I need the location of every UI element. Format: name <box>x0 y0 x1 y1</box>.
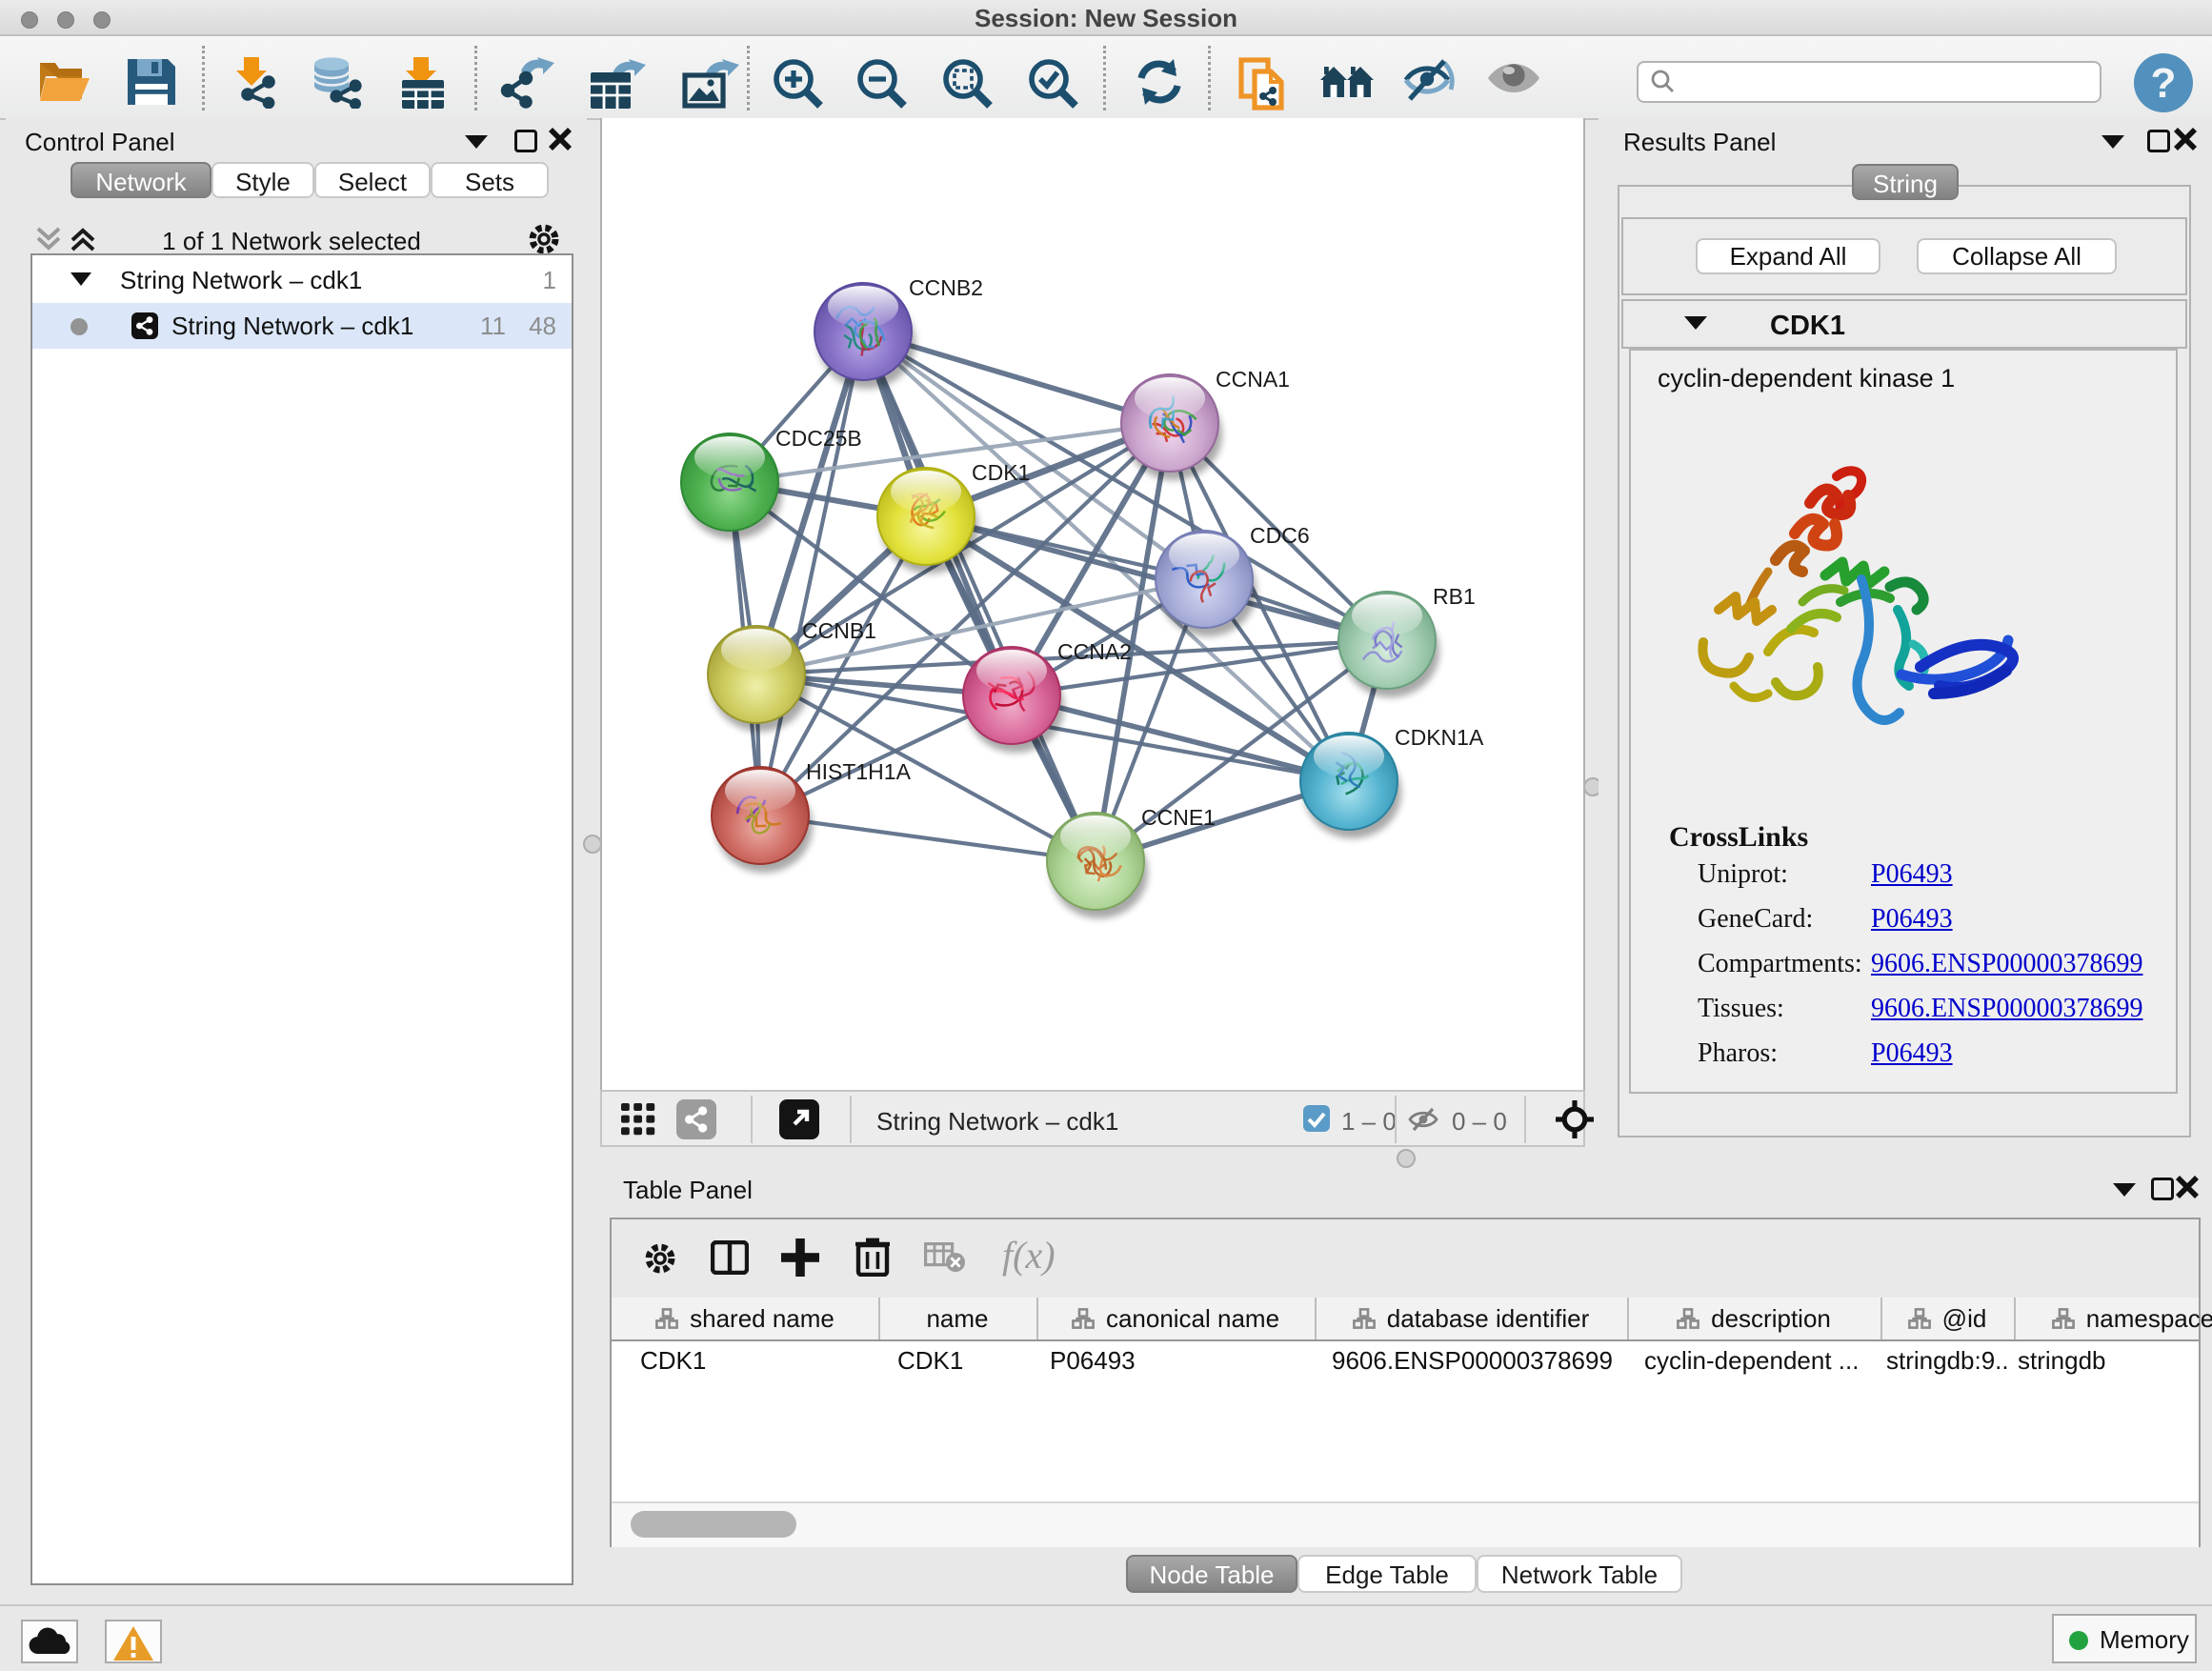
svg-text:CCNA1: CCNA1 <box>1216 367 1290 392</box>
svg-text:RB1: RB1 <box>1433 584 1476 609</box>
svg-text:CDC6: CDC6 <box>1250 523 1310 548</box>
svg-text:CCNB1: CCNB1 <box>802 618 876 643</box>
svg-text:?: ? <box>2151 60 2177 107</box>
svg-text:HIST1H1A: HIST1H1A <box>806 759 912 784</box>
svg-text:CCNB2: CCNB2 <box>909 275 983 300</box>
svg-text:CDK1: CDK1 <box>972 460 1030 485</box>
svg-text:CCNE1: CCNE1 <box>1141 805 1216 830</box>
svg-text:CDC25B: CDC25B <box>775 426 862 451</box>
svg-text:CDKN1A: CDKN1A <box>1395 725 1484 750</box>
svg-text:CCNA2: CCNA2 <box>1057 639 1132 664</box>
